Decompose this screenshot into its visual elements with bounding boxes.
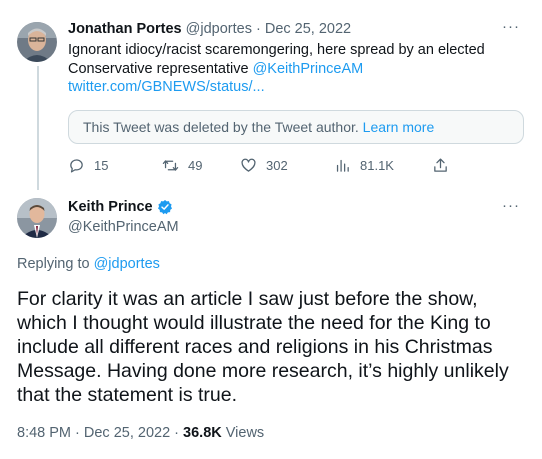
replying-to-prefix: Replying to (17, 256, 94, 272)
deleted-tweet-notice: This Tweet was deleted by the Tweet auth… (68, 110, 524, 144)
tweet1-separator: · (251, 21, 265, 37)
tweet2-meta: 8:48 PM · Dec 25, 2022 · 36.8K Views (17, 425, 264, 441)
tweet1-text-prefix: Conservative representative (68, 61, 253, 77)
replying-to-link[interactable]: @jdportes (94, 256, 160, 272)
tweet1-date[interactable]: Dec 25, 2022 (265, 21, 351, 37)
reply-button[interactable]: 15 (68, 157, 108, 174)
retweet-count: 49 (188, 158, 203, 173)
replying-to-line: Replying to @jdportes (17, 256, 160, 272)
tweet2-handle[interactable]: @KeithPrinceAM (68, 219, 179, 235)
tweet2-timestamp[interactable]: 8:48 PM · Dec 25, 2022 · (17, 425, 183, 441)
tweet1-url-link[interactable]: twitter.com/GBNEWS/status/... (68, 79, 265, 95)
views-icon (334, 157, 351, 174)
avatar-jonathan-portes[interactable] (17, 22, 57, 62)
avatar-keith-prince[interactable] (17, 198, 57, 238)
share-button[interactable] (432, 157, 449, 174)
retweet-icon (162, 157, 179, 174)
views-button[interactable]: 81.1K (334, 157, 394, 174)
tweet1-action-bar: 15 49 302 81.1K (68, 157, 458, 177)
like-icon (240, 157, 257, 174)
avatar-image (17, 22, 57, 62)
tweet2-views-label: Views (221, 425, 265, 441)
learn-more-link[interactable]: Learn more (363, 119, 435, 135)
verified-badge-icon[interactable] (157, 199, 173, 215)
tweet1-handle[interactable]: @jdportes (186, 21, 252, 37)
deleted-notice-text: This Tweet was deleted by the Tweet auth… (83, 119, 359, 135)
tweet2-views-count: 36.8K (183, 425, 222, 441)
tweet1-more-icon[interactable]: ··· (502, 18, 520, 35)
tweet1-text-line1: Ignorant idiocy/racist scaremongering, h… (68, 42, 485, 58)
tweet1-text-line2: Conservative representative @KeithPrince… (68, 60, 518, 79)
tweet1-text: Ignorant idiocy/racist scaremongering, h… (68, 41, 518, 79)
avatar-image (17, 198, 57, 238)
tweet2-text: For clarity it was an article I saw just… (17, 288, 509, 406)
like-button[interactable]: 302 (240, 157, 288, 174)
like-count: 302 (266, 158, 288, 173)
tweet2-more-icon[interactable]: ··· (502, 197, 520, 214)
views-count: 81.1K (360, 158, 394, 173)
reply-count: 15 (94, 158, 109, 173)
tweet2-author-row: Keith Prince (68, 199, 173, 215)
thread-connector-line (37, 66, 39, 190)
tweet1-author-name[interactable]: Jonathan Portes (68, 21, 182, 37)
share-icon (432, 157, 449, 174)
retweet-button[interactable]: 49 (162, 157, 202, 174)
tweet2-author-name[interactable]: Keith Prince (68, 199, 153, 215)
reply-icon (68, 157, 85, 174)
tweet1-header: Jonathan Portes @jdportes · Dec 25, 2022 (68, 21, 351, 37)
tweet1-mention-link[interactable]: @KeithPrinceAM (253, 61, 364, 77)
